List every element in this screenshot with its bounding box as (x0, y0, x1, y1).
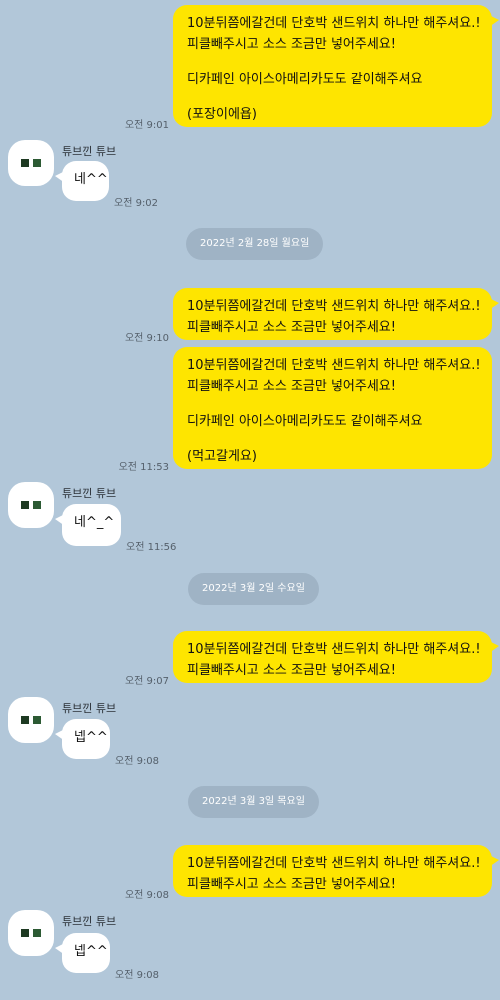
message-text: 디카페인 아이스아메리카도도 같이해주셔요 (187, 72, 423, 87)
incoming-message-bubble[interactable]: 넵^^ (55, 933, 110, 973)
outgoing-message-bubble[interactable]: 10분뒤쯤에갈건데 단호박 샌드위치 하나만 해주셔요.! 피클빼주시고 소스 … (173, 845, 499, 897)
message-text: 피클빼주시고 소스 조금만 넣어주세요! (187, 320, 396, 335)
incoming-message-bubble[interactable]: 네^^ (55, 161, 109, 201)
sender-name: 튜브낀 튜브 (62, 915, 117, 928)
message-timestamp: 오전 9:07 (124, 676, 169, 687)
message-timestamp: 오전 9:10 (124, 333, 169, 344)
message-text: (포장이에욥) (187, 107, 257, 122)
profile-avatar-icon[interactable] (8, 482, 54, 528)
incoming-message-bubble[interactable]: 네^_^ (55, 504, 121, 546)
date-divider: 2022년 3월 3일 목요일 (188, 786, 319, 818)
profile-avatar-icon[interactable] (8, 910, 54, 956)
message-text: (먹고갈게요) (187, 449, 257, 464)
message-timestamp: 오전 9:02 (114, 198, 159, 209)
date-divider: 2022년 2월 28일 월요일 (186, 228, 324, 260)
outgoing-message-bubble[interactable]: 10분뒤쯤에갈건데 단호박 샌드위치 하나만 해주셔요.! 피클빼주시고 소스 … (173, 288, 499, 340)
message-text: 10분뒤쯤에갈건데 단호박 샌드위치 하나만 해주셔요.! (187, 299, 481, 314)
message-timestamp: 오전 9:08 (115, 756, 160, 767)
outgoing-message-bubble[interactable]: 10분뒤쯤에갈건데 단호박 샌드위치 하나만 해주셔요.! 피클빼주시고 소스 … (173, 347, 492, 469)
message-timestamp: 오전 9:08 (124, 890, 169, 901)
message-text: 10분뒤쯤에갈건데 단호박 샌드위치 하나만 해주셔요.! (187, 16, 481, 31)
message-text: 피클빼주시고 소스 조금만 넣어주세요! (187, 379, 396, 394)
outgoing-message-bubble[interactable]: 10분뒤쯤에갈건데 단호박 샌드위치 하나만 해주셔요.! 피클빼주시고 소스 … (173, 631, 499, 683)
message-text: 10분뒤쯤에갈건데 단호박 샌드위치 하나만 해주셔요.! (187, 642, 481, 657)
message-text: 피클빼주시고 소스 조금만 넣어주세요! (187, 663, 396, 678)
incoming-message-bubble[interactable]: 넵^^ (55, 719, 110, 759)
message-timestamp: 오전 9:08 (115, 970, 160, 981)
sender-name: 튜브낀 튜브 (62, 487, 117, 500)
message-timestamp: 오전 9:01 (124, 120, 169, 131)
profile-avatar-icon[interactable] (8, 697, 54, 743)
message-text: 넵^^ (74, 730, 108, 745)
message-text: 네^_^ (74, 515, 115, 530)
message-text: 넵^^ (74, 944, 108, 959)
message-text: 피클빼주시고 소스 조금만 넣어주세요! (187, 877, 396, 892)
message-text: 피클빼주시고 소스 조금만 넣어주세요! (187, 37, 396, 52)
profile-avatar-icon[interactable] (8, 140, 54, 186)
date-divider: 2022년 3월 2일 수요일 (188, 573, 319, 605)
message-text: 디카페인 아이스아메리카도도 같이해주셔요 (187, 414, 423, 429)
sender-name: 튜브낀 튜브 (62, 145, 117, 158)
message-timestamp: 오전 11:53 (118, 462, 169, 473)
message-timestamp: 오전 11:56 (126, 542, 177, 553)
message-text: 10분뒤쯤에갈건데 단호박 샌드위치 하나만 해주셔요.! (187, 856, 481, 871)
message-text: 네^^ (74, 172, 108, 187)
sender-name: 튜브낀 튜브 (62, 702, 117, 715)
message-text: 10분뒤쯤에갈건데 단호박 샌드위치 하나만 해주셔요.! (187, 358, 481, 373)
outgoing-message-bubble[interactable]: 10분뒤쯤에갈건데 단호박 샌드위치 하나만 해주셔요.! 피클빼주시고 소스 … (173, 5, 499, 127)
